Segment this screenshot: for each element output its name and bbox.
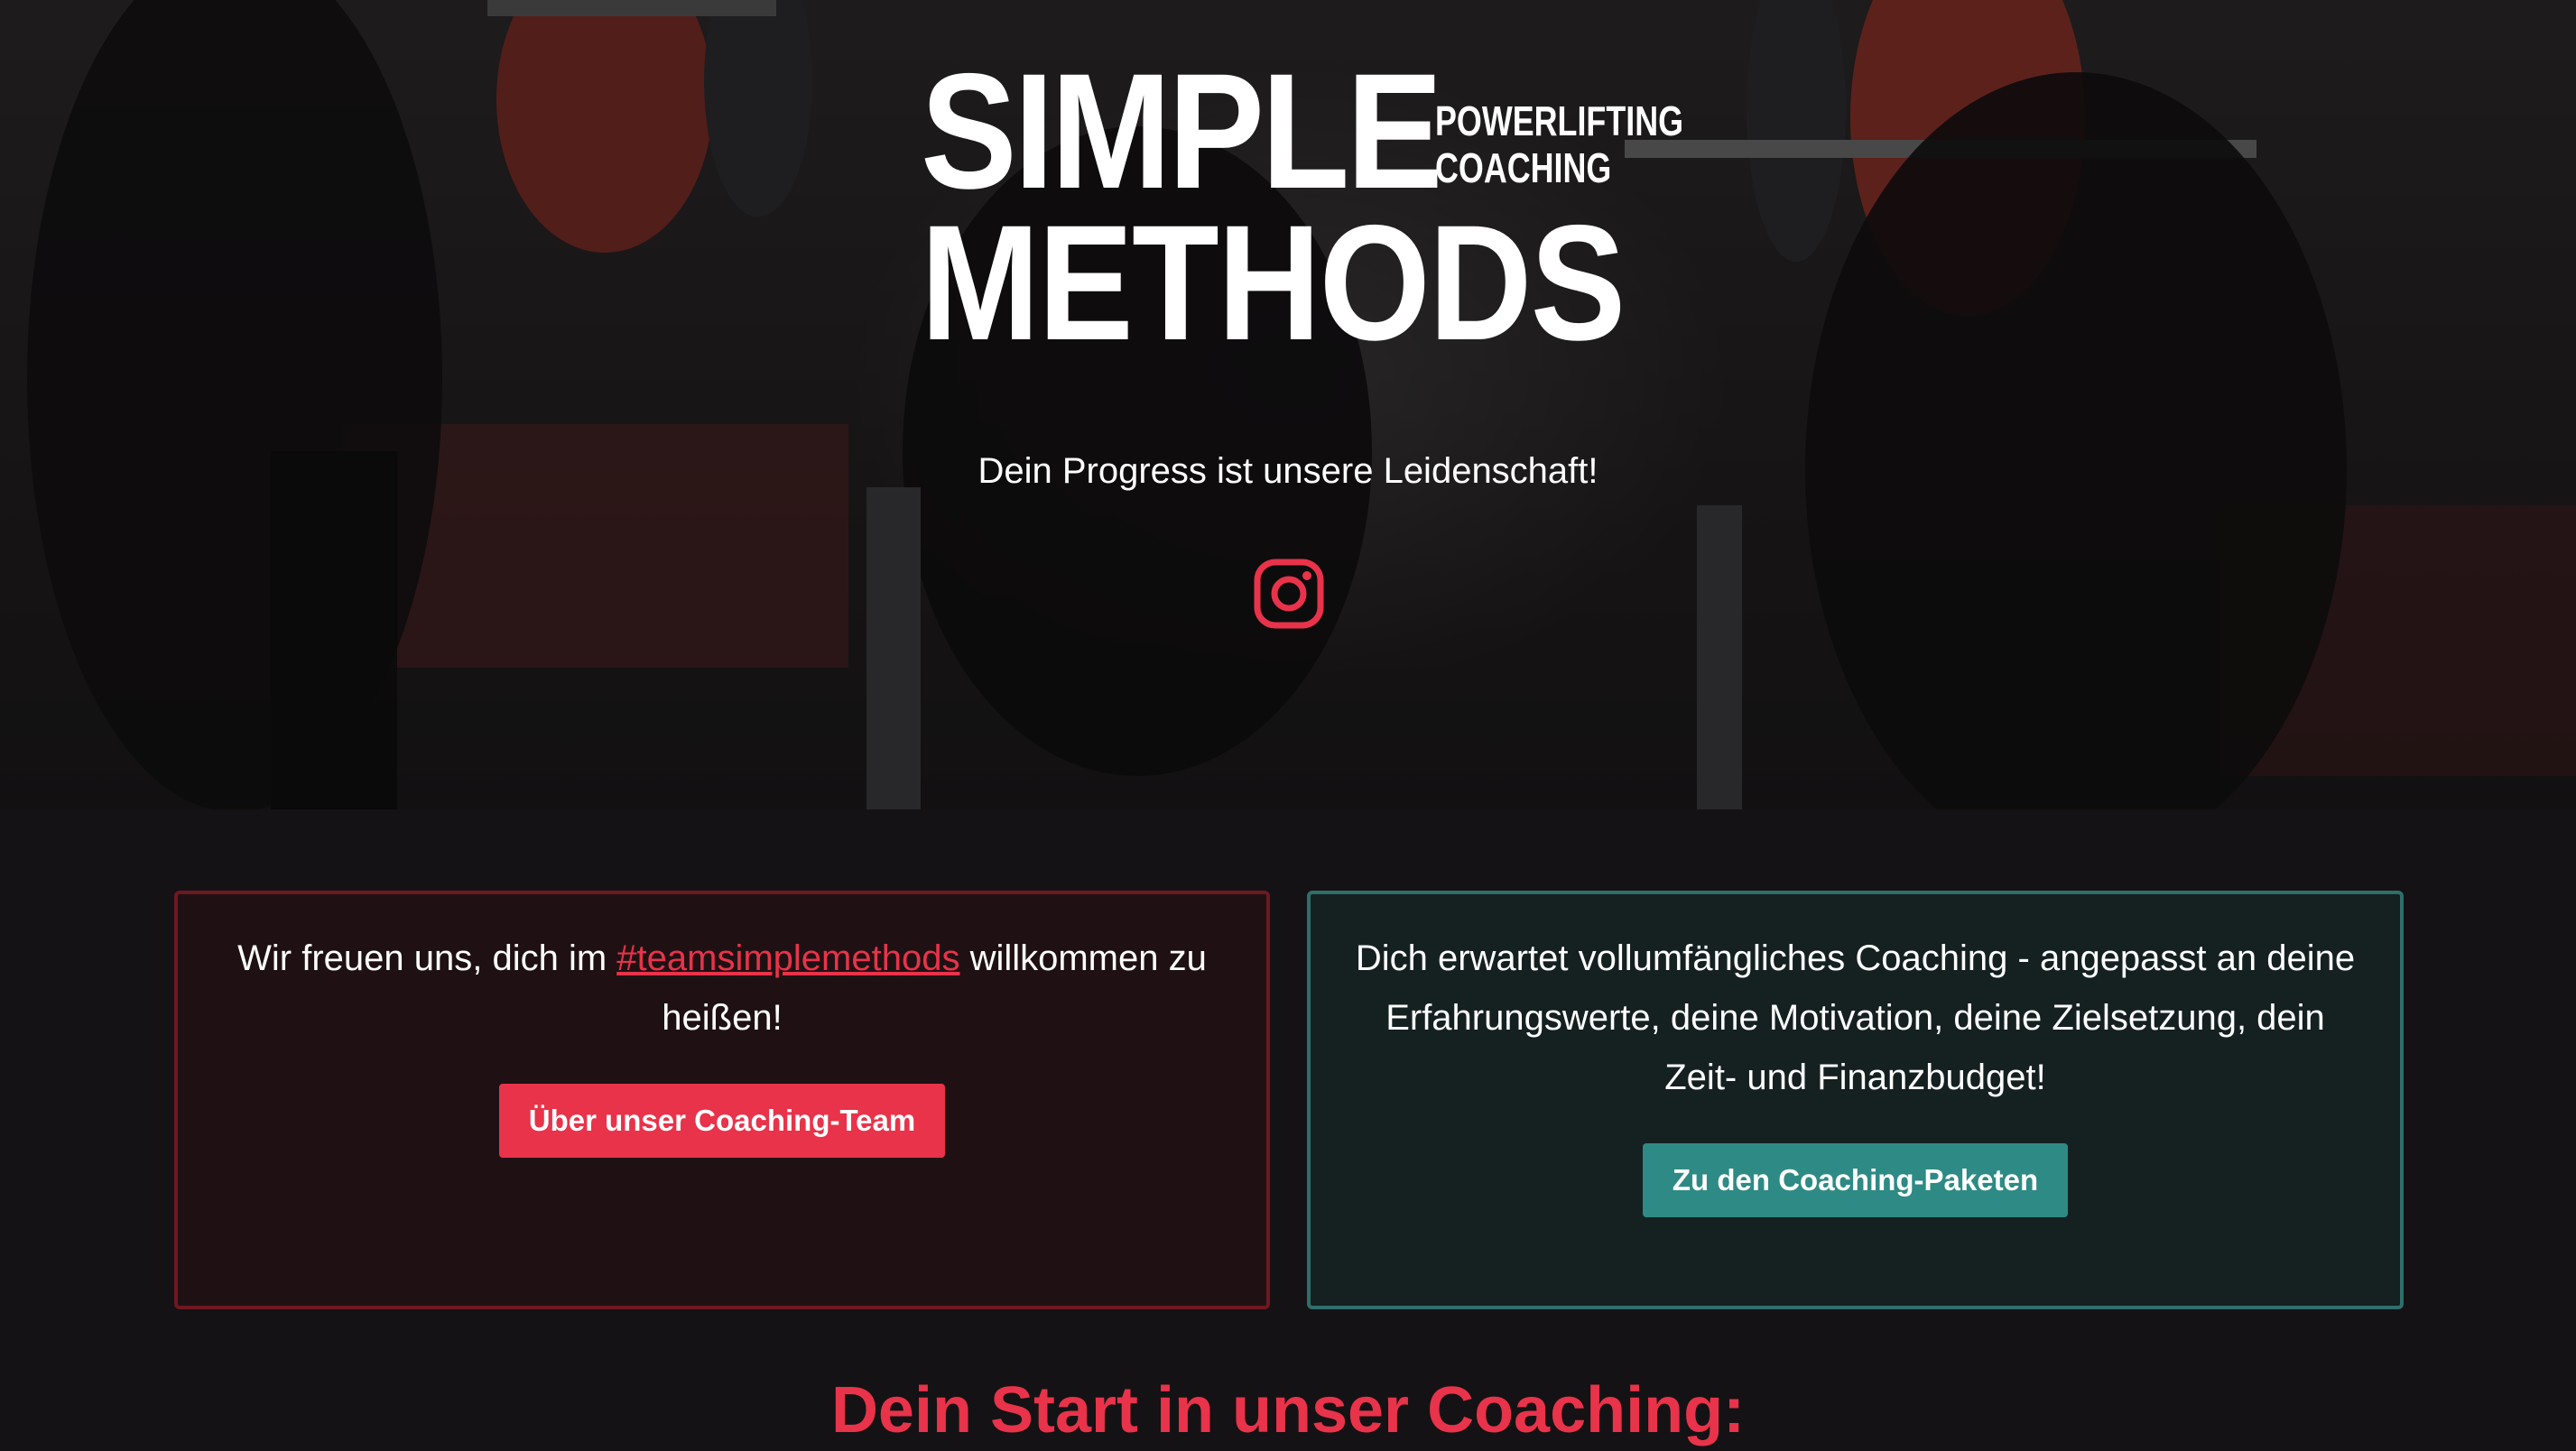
instagram-icon[interactable] [1253, 558, 1325, 630]
logo-line-methods: METHODS [921, 190, 1626, 374]
packages-card: Dich erwartet vollumfängliches Coaching … [1307, 891, 2404, 1309]
hashtag-link[interactable]: #teamsimplemethods [616, 938, 959, 978]
logo-sub-powerlifting: POWERLIFTING [1435, 97, 1684, 144]
team-card: Wir freuen uns, dich im #teamsimplemetho… [174, 891, 1270, 1309]
logo-subtitle: POWERLIFTING COACHING [1435, 97, 1683, 191]
section-title: Dein Start in unser Coaching: [830, 1374, 1746, 1446]
brand-logo[interactable]: SIMPLE METHODS POWERLIFTING COACHING [921, 39, 1683, 374]
packages-card-text: Dich erwartet vollumfängliches Coaching … [1355, 938, 2356, 1097]
coaching-packages-button[interactable]: Zu den Coaching-Paketen [1642, 1143, 2069, 1217]
logo-line-simple: SIMPLE [921, 39, 1443, 223]
hero-tagline: Dein Progress ist unsere Leidenschaft! [978, 451, 1598, 491]
team-text-before: Wir freuen uns, dich im [237, 938, 617, 978]
logo-sub-coaching: COACHING [1435, 144, 1612, 191]
coaching-team-button[interactable]: Über unser Coaching-Team [498, 1084, 946, 1158]
hero-section: SIMPLE METHODS POWERLIFTING COACHING Dei… [0, 0, 2576, 809]
team-card-text: Wir freuen uns, dich im #teamsimplemetho… [214, 929, 1230, 1048]
